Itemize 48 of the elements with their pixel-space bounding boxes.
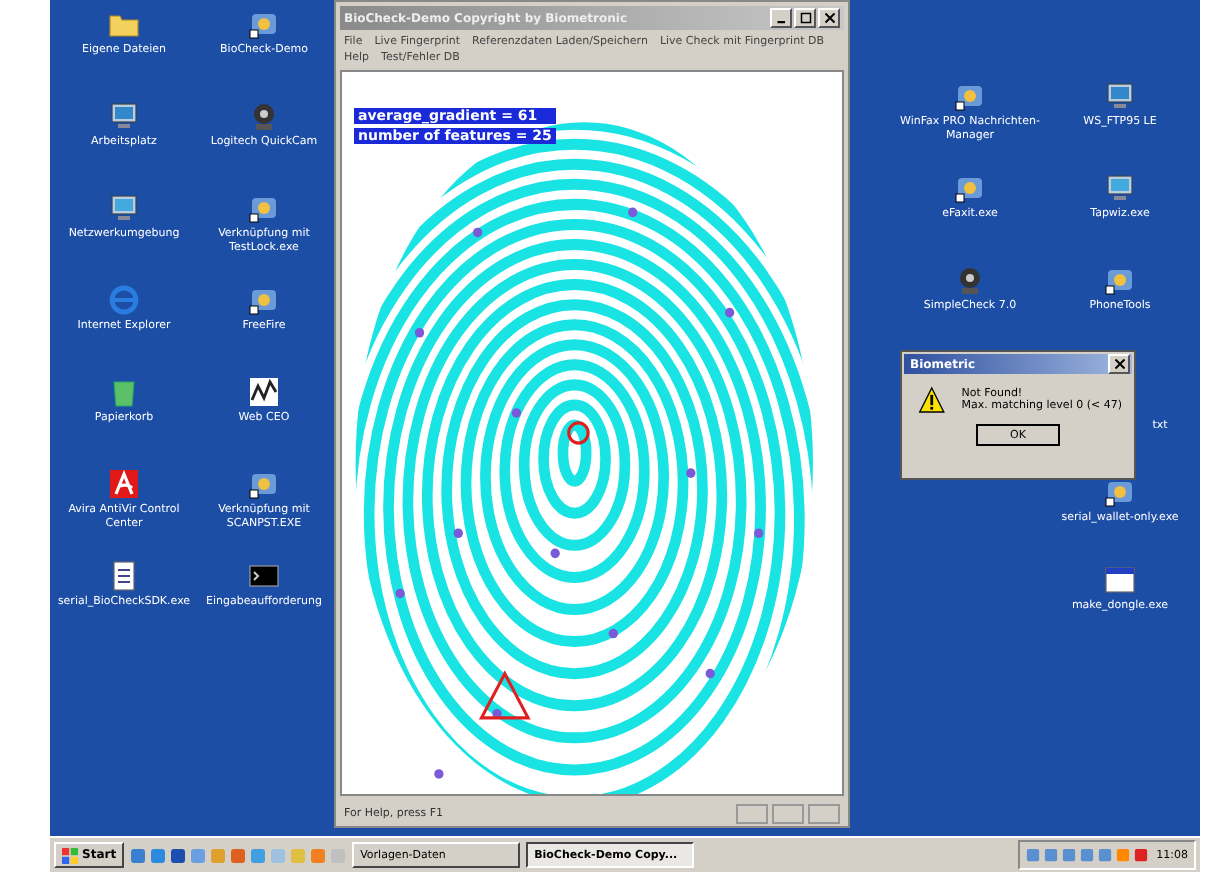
computer-icon[interactable] bbox=[108, 100, 140, 132]
minutia-dot bbox=[414, 327, 425, 338]
minutia-dot bbox=[395, 588, 405, 599]
shield-icon[interactable] bbox=[108, 468, 140, 500]
status-pane bbox=[808, 803, 840, 823]
app-icon[interactable] bbox=[248, 284, 280, 316]
app-icon[interactable] bbox=[954, 80, 986, 112]
minutia-dot bbox=[550, 548, 560, 559]
minutia-dot bbox=[434, 769, 444, 779]
maximize-icon bbox=[799, 12, 811, 24]
camera-icon[interactable] bbox=[954, 264, 986, 296]
minutia-dot bbox=[453, 528, 463, 539]
computer-icon[interactable] bbox=[1104, 80, 1136, 112]
minutia-dot bbox=[754, 528, 764, 539]
minutia-dot bbox=[705, 668, 715, 679]
camera-icon[interactable] bbox=[248, 100, 280, 132]
app-icon[interactable] bbox=[248, 468, 280, 500]
network-icon[interactable] bbox=[1104, 172, 1136, 204]
trash-icon[interactable] bbox=[108, 376, 140, 408]
minutia-dot bbox=[608, 628, 618, 639]
minutia-dot bbox=[492, 708, 502, 719]
minimize-button[interactable] bbox=[770, 8, 792, 28]
network-icon[interactable] bbox=[108, 192, 140, 224]
core-circle-marker bbox=[567, 421, 590, 445]
windows-logo-icon bbox=[62, 847, 78, 863]
console-icon[interactable] bbox=[248, 560, 280, 592]
minutia-dot bbox=[473, 227, 483, 238]
minutia-dot bbox=[511, 408, 522, 418]
document-icon[interactable] bbox=[108, 560, 140, 592]
chart-icon[interactable] bbox=[248, 376, 280, 408]
window-icon[interactable] bbox=[1104, 564, 1136, 596]
app-icon[interactable] bbox=[1104, 476, 1136, 508]
close-icon bbox=[823, 12, 835, 24]
close-button[interactable] bbox=[818, 8, 840, 28]
delta-triangle-marker bbox=[478, 670, 531, 720]
warning-icon bbox=[918, 386, 946, 414]
close-button[interactable] bbox=[1108, 354, 1130, 374]
minutia-dot bbox=[628, 207, 638, 218]
app-icon[interactable] bbox=[248, 8, 280, 40]
app-icon[interactable] bbox=[248, 192, 280, 224]
close-icon bbox=[1113, 358, 1125, 370]
status-pane bbox=[772, 803, 804, 823]
minutia-dot bbox=[686, 468, 696, 478]
app-icon[interactable] bbox=[1104, 264, 1136, 296]
maximize-button[interactable] bbox=[794, 8, 816, 28]
minutia-dot bbox=[724, 307, 735, 318]
app-icon[interactable] bbox=[954, 172, 986, 204]
status-pane bbox=[736, 803, 768, 823]
